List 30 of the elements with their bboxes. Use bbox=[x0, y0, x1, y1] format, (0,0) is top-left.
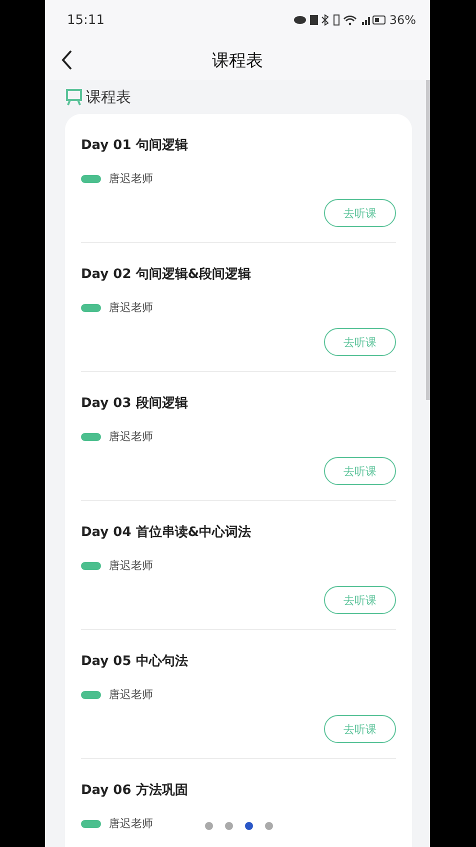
status-time: 15:11 bbox=[67, 12, 104, 28]
listen-button[interactable]: 去听课 bbox=[324, 457, 396, 485]
lesson-title: Day 06 方法巩固 bbox=[81, 782, 189, 799]
teacher-name: 唐迟老师 bbox=[109, 300, 153, 315]
scrollbar[interactable] bbox=[426, 80, 430, 400]
listen-button[interactable]: 去听课 bbox=[324, 586, 396, 614]
teacher-name: 唐迟老师 bbox=[109, 558, 153, 573]
lesson-title: Day 01 句间逻辑 bbox=[81, 137, 189, 154]
easel-icon bbox=[65, 88, 83, 106]
lesson-title: Day 05 中心句法 bbox=[81, 652, 189, 670]
lesson-title: Day 02 句间逻辑&段间逻辑 bbox=[81, 266, 252, 283]
page-title: 课程表 bbox=[212, 50, 263, 72]
lesson-title: Day 04 首位串读&中心词法 bbox=[81, 524, 252, 541]
teacher-name: 唐迟老师 bbox=[109, 816, 153, 831]
back-icon[interactable] bbox=[61, 50, 73, 70]
tag-icon bbox=[81, 820, 101, 828]
section-title: 课程表 bbox=[86, 88, 131, 106]
teacher-name: 唐迟老师 bbox=[109, 687, 153, 702]
listen-button[interactable]: 去听课 bbox=[324, 715, 396, 743]
tag-icon bbox=[81, 174, 101, 182]
teacher-name: 唐迟老师 bbox=[109, 171, 153, 186]
teacher-name: 唐迟老师 bbox=[109, 429, 153, 444]
battery-percent: 36% bbox=[389, 13, 416, 27]
tag-icon bbox=[81, 304, 101, 312]
tag-icon bbox=[81, 432, 101, 440]
listen-button[interactable]: 去听课 bbox=[324, 199, 396, 227]
listen-button[interactable]: 去听课 bbox=[324, 328, 396, 356]
tag-icon bbox=[81, 562, 101, 570]
tag-icon bbox=[81, 690, 101, 698]
lesson-title: Day 03 段间逻辑 bbox=[81, 395, 189, 412]
